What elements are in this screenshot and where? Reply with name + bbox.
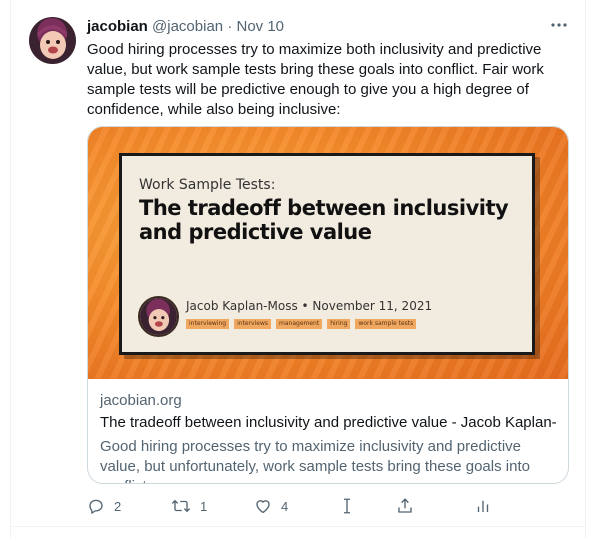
slide-byline: Jacob Kaplan-Moss • November 11, 2021 bbox=[186, 299, 433, 313]
slide-tag: management bbox=[276, 319, 323, 329]
slide-tag: interviews bbox=[234, 319, 272, 329]
tweet-text: Good hiring processes try to maximize bo… bbox=[87, 41, 544, 118]
card-meta: jacobian.org The tradeoff between inclus… bbox=[88, 379, 568, 483]
analytics-icon bbox=[477, 500, 489, 512]
link-preview-card[interactable]: Work Sample Tests: The tradeoff between … bbox=[87, 126, 569, 484]
author-handle[interactable]: @jacobian bbox=[152, 18, 223, 35]
retweet-icon bbox=[171, 499, 191, 513]
retweet-button[interactable]: 1 bbox=[171, 494, 207, 518]
reply-count: 2 bbox=[114, 498, 122, 514]
tweet-date[interactable]: Nov 10 bbox=[236, 18, 284, 35]
retweet-count: 1 bbox=[200, 498, 208, 514]
slide-kicker: Work Sample Tests: bbox=[139, 177, 276, 193]
avatar-image bbox=[29, 17, 76, 64]
tweet-action-bar: 2 1 4 bbox=[87, 494, 497, 518]
slide-author-avatar bbox=[138, 296, 179, 337]
more-horizontal-icon[interactable] bbox=[549, 15, 569, 38]
analytics-button[interactable] bbox=[475, 494, 491, 518]
share-icon bbox=[398, 498, 412, 513]
slide-tag: work sample tests bbox=[355, 319, 417, 329]
header-separator: · bbox=[227, 18, 233, 35]
tweet-divider bbox=[10, 526, 586, 527]
reply-button[interactable]: 2 bbox=[87, 494, 121, 518]
card-image: Work Sample Tests: The tradeoff between … bbox=[88, 127, 568, 379]
slide-title: The tradeoff between inclusivity and pre… bbox=[139, 196, 509, 244]
like-count: 4 bbox=[281, 498, 289, 514]
share-button[interactable] bbox=[396, 494, 414, 518]
reply-icon bbox=[89, 499, 103, 514]
like-button[interactable]: 4 bbox=[254, 494, 288, 518]
card-domain: jacobian.org bbox=[100, 392, 182, 409]
slide-tag: hiring bbox=[327, 319, 351, 329]
author-avatar[interactable] bbox=[29, 17, 76, 64]
text-cursor-icon bbox=[344, 498, 350, 514]
text-cursor-button[interactable] bbox=[340, 494, 354, 518]
heart-icon bbox=[256, 500, 270, 514]
card-title: The tradeoff between inclusivity and pre… bbox=[100, 414, 558, 431]
title-slide: Work Sample Tests: The tradeoff between … bbox=[119, 153, 535, 355]
slide-tags: interviewing interviews management hirin… bbox=[186, 319, 417, 329]
card-description: Good hiring processes try to maximize in… bbox=[100, 438, 530, 483]
tweet-header: jacobian @jacobian · Nov 10 bbox=[87, 17, 284, 36]
slide-tag: interviewing bbox=[186, 319, 230, 329]
author-name[interactable]: jacobian bbox=[87, 18, 148, 35]
